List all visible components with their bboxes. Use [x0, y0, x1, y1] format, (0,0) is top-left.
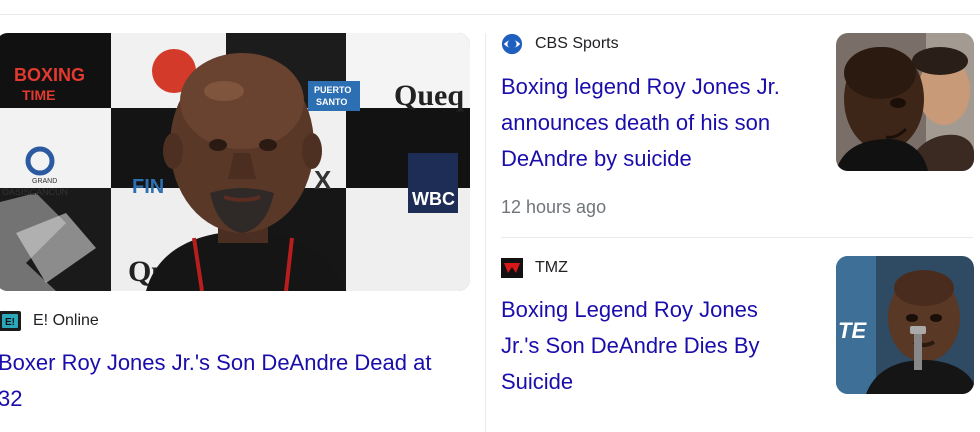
headline-line: 32	[0, 386, 23, 411]
timestamp: 12 hours ago	[501, 197, 607, 217]
row-divider	[501, 237, 973, 238]
svg-text:WBC: WBC	[412, 189, 455, 209]
svg-text:GRAND: GRAND	[32, 178, 57, 185]
headline-link[interactable]: Boxer Roy Jones Jr.'s Son DeAndre Dead a…	[0, 345, 431, 417]
svg-text:FIN: FIN	[132, 176, 164, 198]
headline-line: DeAndre by suicide	[501, 146, 692, 171]
svg-text:OASISCANCUN: OASISCANCUN	[2, 187, 68, 197]
e-online-logo-icon: E!	[0, 310, 21, 332]
svg-text:E!: E!	[5, 317, 15, 328]
tmz-logo-icon	[501, 257, 523, 279]
source-name: CBS Sports	[535, 35, 619, 52]
svg-text:TE: TE	[838, 318, 867, 343]
headline-line: announces death of his son	[501, 110, 771, 135]
headline-line: Suicide	[501, 369, 574, 394]
source-e-online[interactable]: E! E! Online	[0, 310, 99, 332]
headline-line: Boxing Legend Roy Jones	[501, 297, 758, 322]
top-divider	[0, 14, 980, 15]
svg-text:TIME: TIME	[22, 87, 55, 103]
svg-text:SANTO: SANTO	[316, 97, 347, 107]
cbs-eye-logo-icon	[501, 33, 523, 55]
svg-text:BOXING: BOXING	[14, 65, 85, 85]
headline-line: Boxing legend Roy Jones Jr.	[501, 74, 780, 99]
thumbnail-image[interactable]: TE	[836, 256, 974, 394]
headline-line: Boxer Roy Jones Jr.'s Son DeAndre Dead a…	[0, 350, 432, 375]
headline-line: Jr.'s Son DeAndre Dies By	[501, 333, 760, 358]
svg-text:X: X	[314, 165, 332, 195]
source-name: TMZ	[535, 259, 568, 276]
headline-link[interactable]: Boxing legend Roy Jones Jr. announces de…	[501, 69, 780, 177]
thumbnail-image[interactable]	[836, 33, 974, 171]
hero-image-roy-jones[interactable]: BOXING TIME Queq PUERTO SANTO GRAND OASI…	[0, 33, 470, 291]
headline-link[interactable]: Boxing Legend Roy Jones Jr.'s Son DeAndr…	[501, 292, 760, 400]
svg-text:PUERTO: PUERTO	[314, 85, 351, 95]
svg-text:Queq: Queq	[394, 79, 464, 112]
column-divider	[485, 33, 486, 432]
source-tmz[interactable]: TMZ	[501, 257, 568, 279]
source-cbs-sports[interactable]: CBS Sports	[501, 33, 619, 55]
source-name: E! Online	[33, 312, 99, 329]
